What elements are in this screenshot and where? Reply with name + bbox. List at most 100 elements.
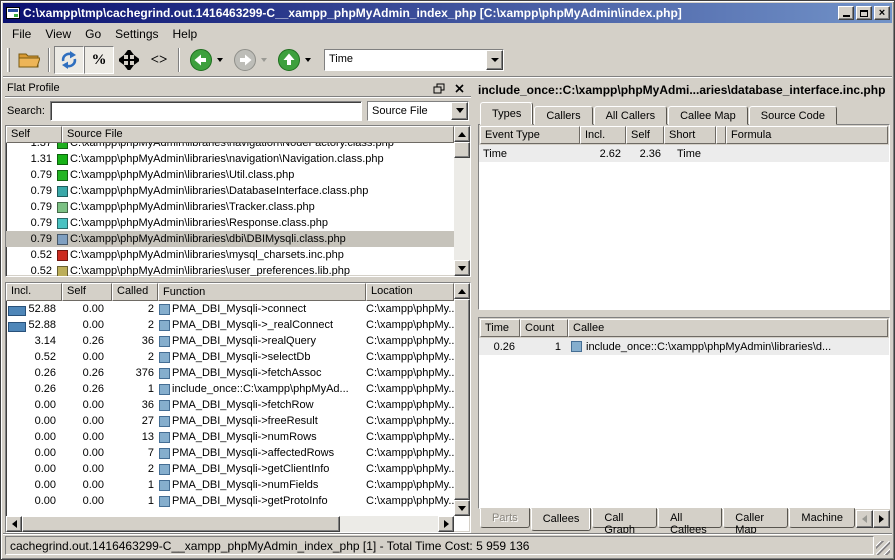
event-type-combobox[interactable]: Time — [324, 49, 504, 71]
resize-grip[interactable] — [876, 541, 890, 555]
dock-float-button[interactable] — [431, 81, 447, 95]
function-row[interactable]: 0.000.002PMA_DBI_Mysqli->getClientInfoC:… — [6, 461, 454, 477]
tab-caller-map[interactable]: Caller Map — [723, 508, 788, 528]
maximize-button[interactable] — [856, 6, 872, 20]
up-button[interactable] — [272, 46, 316, 74]
relative-percent-button[interactable]: % — [84, 46, 114, 74]
tab-types[interactable]: Types — [480, 102, 533, 125]
grouping-combobox[interactable]: Source File — [367, 101, 469, 121]
function-row[interactable]: 52.880.002PMA_DBI_Mysqli->_realConnectC:… — [6, 317, 454, 333]
column-header-incl[interactable]: Incl. — [580, 126, 626, 144]
function-row[interactable]: 0.260.261include_once::C:\xampp\phpMyAd.… — [6, 381, 454, 397]
function-row[interactable]: 0.260.26376PMA_DBI_Mysqli->fetchAssocC:\… — [6, 365, 454, 381]
menu-view[interactable]: View — [38, 25, 78, 43]
close-button[interactable]: × — [874, 6, 890, 20]
scrollbar-track[interactable] — [340, 516, 438, 532]
dock-close-button[interactable] — [451, 81, 467, 95]
called-count-value: 376 — [112, 367, 158, 379]
toolbar-handle[interactable] — [7, 48, 10, 72]
forward-button[interactable] — [228, 46, 272, 74]
function-row[interactable]: 0.000.007PMA_DBI_Mysqli->affectedRowsC:\… — [6, 445, 454, 461]
self-cost-value: 0.79 — [6, 169, 56, 181]
source-file-row[interactable]: 0.52C:\xampp\phpMyAdmin\libraries\user_p… — [6, 263, 454, 276]
column-header-location[interactable]: Location — [366, 283, 454, 301]
scroll-right-button[interactable] — [438, 516, 454, 532]
scrollbar-thumb[interactable] — [454, 142, 470, 158]
tab-parts[interactable]: Parts — [480, 508, 530, 528]
column-header-count[interactable]: Count — [520, 319, 568, 337]
menu-help[interactable]: Help — [166, 25, 205, 43]
open-file-button[interactable] — [14, 46, 44, 74]
event-type-row[interactable]: Time 2.62 2.36 Time — [479, 145, 889, 162]
tab-call-graph[interactable]: Call Graph — [592, 508, 657, 528]
source-file-row[interactable]: 0.79C:\xampp\phpMyAdmin\libraries\Databa… — [6, 183, 454, 199]
source-file-row[interactable]: 0.79C:\xampp\phpMyAdmin\libraries\Util.c… — [6, 167, 454, 183]
column-header-function[interactable]: Function — [158, 283, 366, 301]
source-file-row[interactable]: 1.37C:\xampp\phpMyAdmin\libraries\naviga… — [6, 143, 454, 151]
combobox-dropdown-button[interactable] — [486, 50, 503, 70]
vertical-scrollbar[interactable] — [454, 283, 470, 516]
function-row[interactable]: 0.000.0013PMA_DBI_Mysqli->numRowsC:\xamp… — [6, 429, 454, 445]
tab-source-code[interactable]: Source Code — [749, 106, 837, 125]
cycle-detection-button[interactable] — [54, 46, 84, 74]
tab-callers[interactable]: Callers — [534, 106, 592, 125]
function-table-header: Incl. Self Called Function Location — [6, 283, 454, 301]
column-header-source-file[interactable]: Source File — [62, 126, 454, 143]
column-header-self[interactable]: Self — [6, 126, 62, 143]
scrollbar-track[interactable] — [454, 158, 470, 260]
column-header-event-type[interactable]: Event Type — [480, 126, 580, 144]
scroll-up-button[interactable] — [454, 126, 470, 142]
tab-scroll-right-button[interactable] — [873, 510, 890, 528]
source-file-row[interactable]: 0.79C:\xampp\phpMyAdmin\libraries\Tracke… — [6, 199, 454, 215]
tab-callees[interactable]: Callees — [531, 508, 592, 531]
horizontal-splitter[interactable] — [478, 310, 890, 317]
function-name: PMA_DBI_Mysqli->_realConnect — [172, 319, 333, 331]
function-cell: PMA_DBI_Mysqli->numRows — [158, 431, 366, 443]
column-header-time[interactable]: Time — [480, 319, 520, 337]
minimize-button[interactable] — [838, 6, 854, 20]
function-row[interactable]: 0.000.0027PMA_DBI_Mysqli->freeResultC:\x… — [6, 413, 454, 429]
vertical-scrollbar[interactable] — [454, 126, 470, 276]
source-file-row[interactable]: 1.31C:\xampp\phpMyAdmin\libraries\naviga… — [6, 151, 454, 167]
scrollbar-thumb[interactable] — [22, 516, 340, 532]
dock-title-bar[interactable]: Flat Profile — [5, 79, 471, 97]
tab-all-callees[interactable]: All Callees — [658, 508, 722, 528]
menu-settings[interactable]: Settings — [108, 25, 165, 43]
column-header-formula[interactable]: Formula — [726, 126, 888, 144]
function-row[interactable]: 3.140.2636PMA_DBI_Mysqli->realQueryC:\xa… — [6, 333, 454, 349]
function-row[interactable]: 0.000.001PMA_DBI_Mysqli->numFieldsC:\xam… — [6, 477, 454, 493]
tab-callee-map[interactable]: Callee Map — [668, 106, 748, 125]
source-file-row[interactable]: 0.52C:\xampp\phpMyAdmin\libraries\mysql_… — [6, 247, 454, 263]
menu-go[interactable]: Go — [78, 25, 108, 43]
column-header-self[interactable]: Self — [626, 126, 664, 144]
expand-collapse-button[interactable]: <> — [144, 46, 174, 74]
function-row[interactable]: 52.880.002PMA_DBI_Mysqli->connectC:\xamp… — [6, 301, 454, 317]
scrollbar-thumb[interactable] — [454, 299, 470, 500]
column-header-incl[interactable]: Incl. — [6, 283, 62, 301]
source-file-row[interactable]: 0.79C:\xampp\phpMyAdmin\libraries\Respon… — [6, 215, 454, 231]
status-message: cachegrind.out.1416463299-C__xampp_phpMy… — [5, 536, 874, 555]
tab-machine[interactable]: Machine — [789, 508, 855, 528]
tab-scroll-left-button[interactable] — [856, 510, 873, 528]
function-row[interactable]: 0.520.002PMA_DBI_Mysqli->selectDbC:\xamp… — [6, 349, 454, 365]
scroll-down-button[interactable] — [454, 260, 470, 276]
column-header-called[interactable]: Called — [112, 283, 158, 301]
column-header-self[interactable]: Self — [62, 283, 112, 301]
search-input[interactable] — [50, 101, 362, 121]
scroll-down-button[interactable] — [454, 500, 470, 516]
dock-move-button[interactable] — [114, 46, 144, 74]
horizontal-scrollbar[interactable] — [6, 516, 454, 532]
tab-all-callers[interactable]: All Callers — [594, 106, 668, 125]
back-button[interactable] — [184, 46, 228, 74]
function-row[interactable]: 0.000.001PMA_DBI_Mysqli->getProtoInfoC:\… — [6, 493, 454, 509]
menu-file[interactable]: File — [5, 25, 38, 43]
column-header-short[interactable]: Short — [664, 126, 716, 144]
source-file-row[interactable]: 0.79C:\xampp\phpMyAdmin\libraries\dbi\DB… — [6, 231, 454, 247]
combobox-dropdown-button[interactable] — [451, 102, 468, 120]
callee-row[interactable]: 0.26 1 include_once::C:\xampp\phpMyAdmin… — [479, 338, 889, 355]
scroll-left-button[interactable] — [6, 516, 22, 532]
scroll-up-button[interactable] — [454, 283, 470, 299]
main-area: Flat Profile Search: — [3, 77, 892, 533]
column-header-callee[interactable]: Callee — [568, 319, 888, 337]
function-row[interactable]: 0.000.0036PMA_DBI_Mysqli->fetchRowC:\xam… — [6, 397, 454, 413]
